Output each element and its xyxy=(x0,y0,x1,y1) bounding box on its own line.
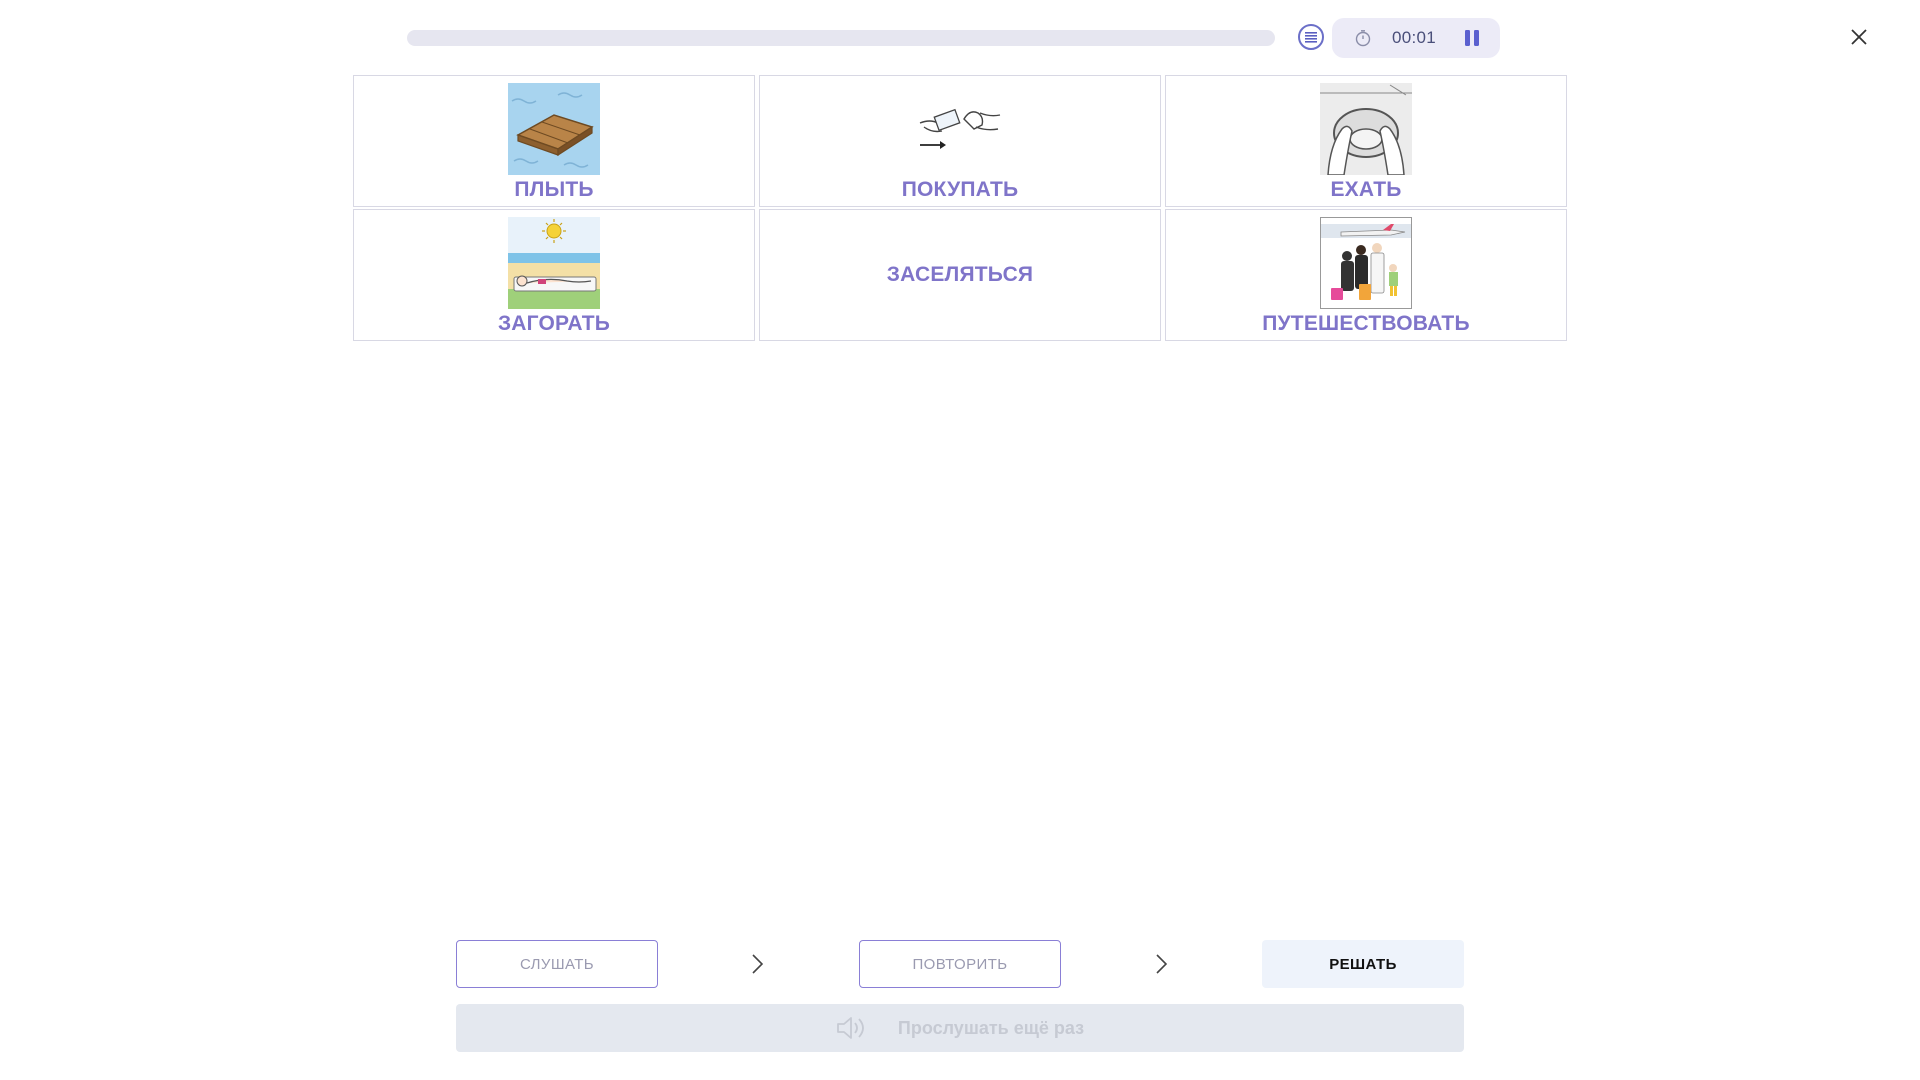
card-plyt[interactable]: ПЛЫТЬ xyxy=(353,75,755,207)
timer: 00:01 xyxy=(1332,18,1500,58)
listen-button[interactable]: СЛУШАТЬ xyxy=(456,940,658,988)
sunbathing-picture xyxy=(508,217,600,309)
card-pokupat[interactable]: ПОКУПАТЬ xyxy=(759,75,1161,207)
travel-picture xyxy=(1320,217,1412,309)
card-label: ЗАСЕЛЯТЬСЯ xyxy=(886,263,1034,286)
card-puteshestvovat[interactable]: ПУТЕШЕСТВОВАТЬ xyxy=(1165,209,1567,341)
answer-card-grid: ПЛЫТЬ ПОКУПАТЬ ЕХАТЬ ЗАГОРАТЬ ЗАСЕЛЯТЬСЯ… xyxy=(353,75,1567,341)
card-label: ПОКУПАТЬ xyxy=(901,178,1019,201)
card-ekhat[interactable]: ЕХАТЬ xyxy=(1165,75,1567,207)
chevron-right-icon xyxy=(1156,954,1168,974)
steering-wheel-picture xyxy=(1320,83,1412,175)
card-zaselyatsya[interactable]: ЗАСЕЛЯТЬСЯ xyxy=(759,209,1161,341)
close-button[interactable] xyxy=(1846,24,1872,50)
stopwatch-icon xyxy=(1354,28,1374,48)
paying-picture xyxy=(914,83,1006,175)
card-zagorat[interactable]: ЗАГОРАТЬ xyxy=(353,209,755,341)
card-label: ЕХАТЬ xyxy=(1330,178,1402,201)
solve-button[interactable]: РЕШАТЬ xyxy=(1262,940,1464,988)
list-icon xyxy=(1305,32,1317,43)
pause-icon xyxy=(1465,30,1479,46)
pause-button[interactable] xyxy=(1462,28,1482,48)
replay-audio-button[interactable]: Прослушать ещё раз xyxy=(456,1004,1464,1052)
replay-label: Прослушать ещё раз xyxy=(897,1017,1085,1038)
chevron-right-icon xyxy=(752,954,764,974)
speaker-icon xyxy=(837,1017,864,1039)
repeat-button[interactable]: ПОВТОРИТЬ xyxy=(859,940,1061,988)
close-icon xyxy=(1851,29,1867,45)
timer-value: 00:01 xyxy=(1392,28,1437,47)
card-label: ПЛЫТЬ xyxy=(514,178,594,201)
card-label: ПУТЕШЕСТВОВАТЬ xyxy=(1262,312,1470,335)
raft-picture xyxy=(508,83,600,175)
progress-bar xyxy=(407,30,1275,46)
card-label: ЗАГОРАТЬ xyxy=(497,312,611,335)
task-list-button[interactable] xyxy=(1298,24,1324,50)
